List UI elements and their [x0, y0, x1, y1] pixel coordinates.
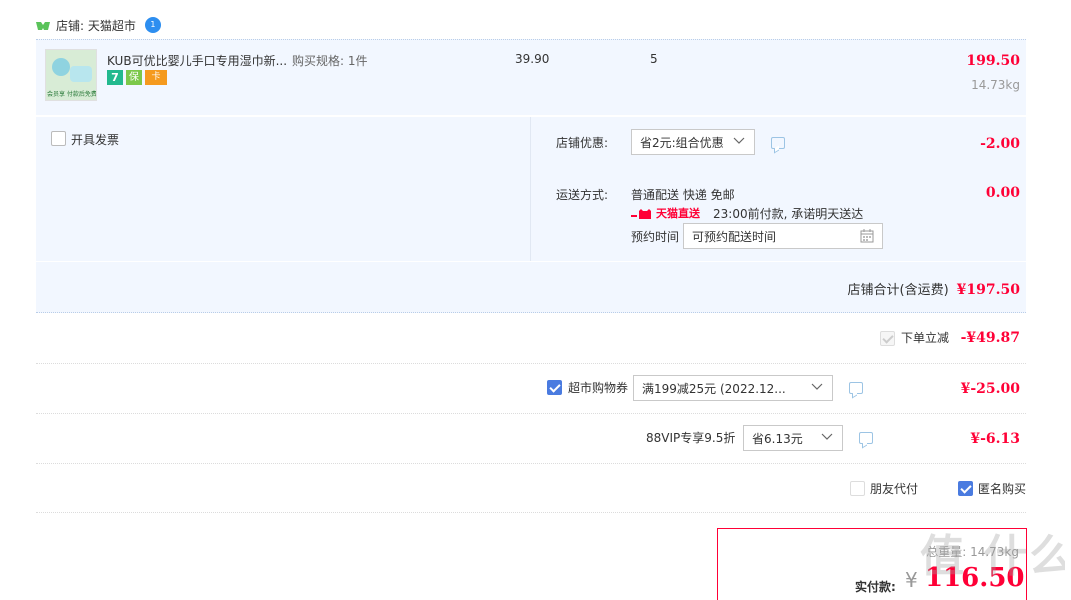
shop-logo-icon — [36, 20, 50, 30]
shop-total-label: 店铺合计(含运费) — [847, 283, 949, 298]
instant-discount-checkbox — [880, 331, 895, 346]
site-watermark: 值 什么值得买 — [920, 531, 1065, 582]
shipping-method: 普通配送 快递 免邮 — [631, 188, 735, 202]
vip-info-icon[interactable] — [859, 432, 873, 444]
item-price: 39.90 — [515, 52, 550, 66]
thumb-text: 会员享 付款后免费 — [47, 91, 97, 98]
item-title[interactable]: KUB可优比婴儿手口专用湿巾新... — [107, 52, 287, 69]
reserve-time-label: 预约时间 — [631, 230, 680, 244]
coupon-label[interactable]: 超市购物券 — [568, 379, 628, 396]
chevron-down-icon — [811, 383, 823, 390]
vip-value: 省6.13元 — [752, 431, 803, 446]
chevron-down-icon — [821, 433, 833, 440]
tmall-direct-badge: 天猫直送 — [631, 205, 700, 221]
coupon-info-icon[interactable] — [849, 382, 863, 394]
item-weight: 14.73kg — [971, 78, 1020, 92]
vip-amount: ¥-6.13 — [970, 431, 1020, 447]
card-pay-icon: 卡 — [145, 70, 167, 85]
item-spec: 购买规格: 1件 — [292, 54, 368, 68]
item-subtotal: 199.50 — [966, 53, 1020, 69]
shop-discount-select[interactable]: 省2元:组合优惠 — [631, 129, 755, 155]
friend-pay-checkbox[interactable] — [850, 481, 865, 496]
shop-discount-value: 省2元:组合优惠 — [640, 135, 724, 150]
item-badges: 7 保 卡 — [107, 70, 167, 85]
item-thumbnail[interactable]: 会员享 付款后免费 — [45, 49, 97, 101]
calendar-icon — [860, 229, 874, 243]
shipping-amount: 0.00 — [985, 185, 1020, 201]
instant-discount-amount: -¥49.87 — [960, 330, 1020, 346]
tmall-direct-text: 天猫直送 — [656, 207, 700, 220]
shop-discount-label: 店铺优惠: — [556, 136, 609, 150]
chevron-down-icon — [733, 137, 745, 144]
tmall-cat-icon — [631, 208, 653, 219]
pay-label: 实付款: — [855, 580, 896, 594]
discount-info-icon[interactable] — [771, 137, 785, 149]
divider — [36, 363, 1026, 364]
coupon-value: 满199减25元 (2022.12... — [642, 381, 786, 396]
pay-currency: ¥ — [905, 568, 918, 592]
shop-discount-amount: -2.00 — [980, 136, 1020, 152]
friend-pay-label[interactable]: 朋友代付 — [870, 480, 918, 497]
guarantee-icon: 保 — [126, 70, 142, 85]
anonymous-label[interactable]: 匿名购买 — [978, 480, 1026, 497]
reserve-time-input[interactable]: 可预约配送时间 — [683, 223, 883, 249]
item-quantity: 5 — [650, 52, 658, 66]
instant-discount-label: 下单立减 — [901, 331, 950, 345]
shop-total-amount: ¥197.50 — [956, 282, 1020, 298]
order-item-row — [36, 39, 1026, 115]
divider — [36, 512, 1026, 513]
shipping-label: 运送方式: — [556, 188, 609, 202]
shop-header: 店铺: 天猫超市 1 — [36, 14, 161, 36]
anonymous-checkbox[interactable] — [958, 481, 973, 496]
delivery-promise: 23:00前付款, 承诺明天送达 — [713, 207, 864, 221]
vip-label: 88VIP专享9.5折 — [646, 431, 736, 445]
panel-hline — [36, 261, 1026, 262]
shop-name[interactable]: 店铺: 天猫超市 — [56, 17, 136, 34]
divider — [36, 463, 1026, 464]
shop-total: 店铺合计(含运费) ¥197.50 — [848, 279, 1020, 298]
wangwang-chat-icon[interactable]: 1 — [144, 17, 161, 33]
coupon-checkbox[interactable] — [547, 380, 562, 395]
vip-select[interactable]: 省6.13元 — [743, 425, 843, 451]
reserve-time-placeholder: 可预约配送时间 — [692, 229, 777, 244]
invoice-label[interactable]: 开具发票 — [71, 131, 119, 148]
panel-divider — [530, 117, 531, 262]
coupon-amount: ¥-25.00 — [960, 381, 1020, 397]
coupon-select[interactable]: 满199减25元 (2022.12... — [633, 375, 833, 401]
divider — [36, 413, 1026, 414]
seven-day-return-icon: 7 — [107, 70, 123, 85]
invoice-checkbox[interactable] — [51, 131, 66, 146]
